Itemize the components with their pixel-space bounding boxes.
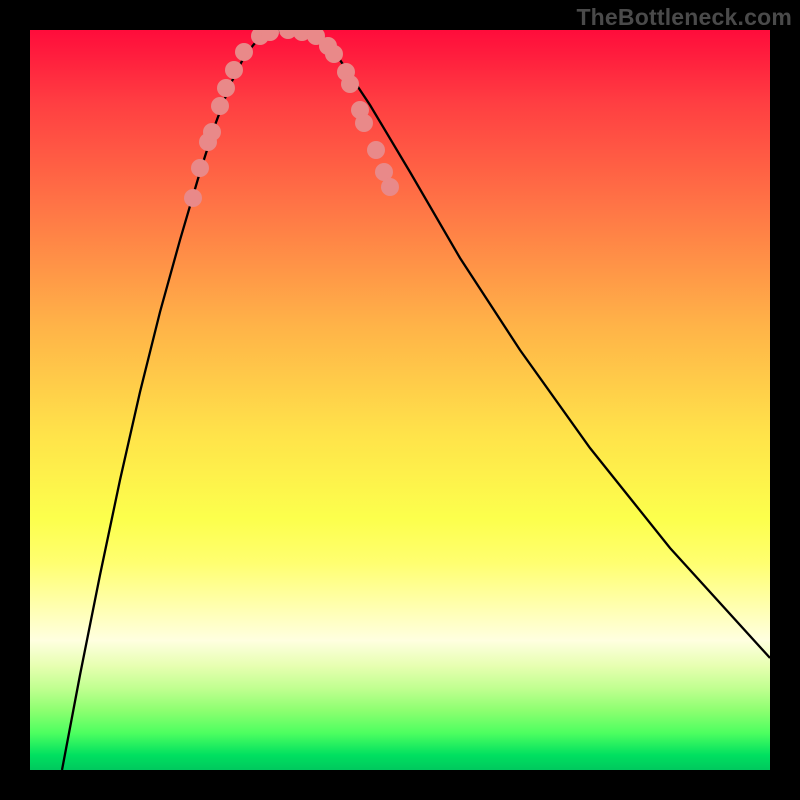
data-dot <box>225 61 243 79</box>
data-dot <box>381 178 399 196</box>
data-dot <box>235 43 253 61</box>
data-dot <box>217 79 235 97</box>
bottleneck-curve <box>62 30 770 770</box>
data-dot <box>191 159 209 177</box>
data-dot <box>184 189 202 207</box>
watermark-text: TheBottleneck.com <box>576 4 792 31</box>
data-dot <box>211 97 229 115</box>
data-dot <box>341 75 359 93</box>
chart-svg <box>30 30 770 770</box>
data-dot <box>325 45 343 63</box>
plot-area <box>30 30 770 770</box>
data-dot <box>355 114 373 132</box>
data-dot <box>203 123 221 141</box>
data-dot <box>367 141 385 159</box>
